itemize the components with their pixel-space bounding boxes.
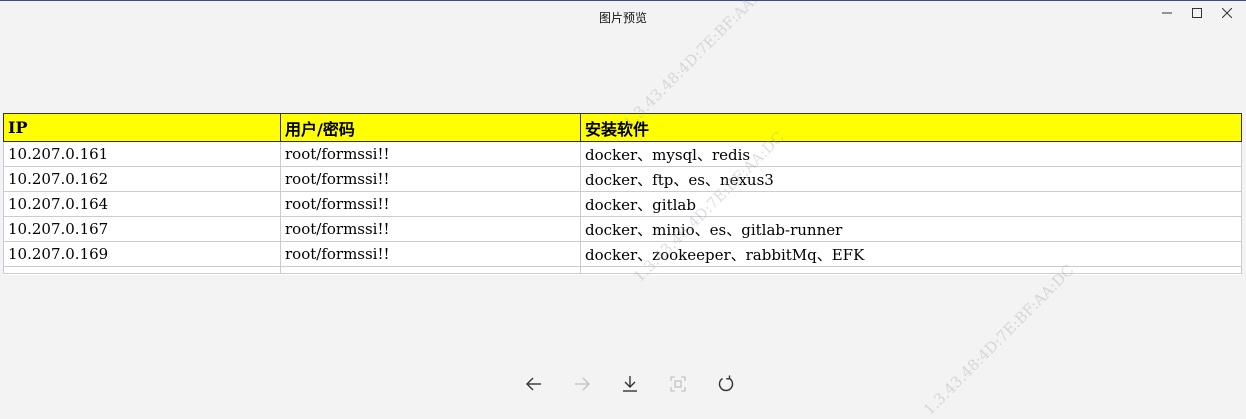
arrow-left-icon bbox=[526, 377, 541, 391]
download-icon bbox=[623, 376, 637, 392]
cell-empty bbox=[280, 266, 581, 274]
table-row: 10.207.0.167 root/formssi!! docker、minio… bbox=[3, 216, 1242, 242]
maximize-button[interactable] bbox=[1186, 4, 1208, 22]
table-header-row: IP 用户/密码 安装软件 bbox=[3, 113, 1242, 142]
cell-credentials: root/formssi!! bbox=[280, 191, 581, 217]
table-row: 10.207.0.169 root/formssi!! docker、zooke… bbox=[3, 241, 1242, 267]
table-row: 10.207.0.161 root/formssi!! docker、mysql… bbox=[3, 141, 1242, 167]
cell-ip: 10.207.0.161 bbox=[3, 141, 281, 167]
watermark-text: 1.3.43.48:4D:7E:BF:AA:DC bbox=[920, 261, 1078, 419]
minimize-icon bbox=[1162, 12, 1172, 14]
close-icon bbox=[1222, 8, 1232, 18]
table-row-empty bbox=[3, 266, 1242, 274]
arrow-right-icon bbox=[575, 377, 590, 391]
header-user-password: 用户/密码 bbox=[280, 113, 581, 142]
fit-screen-button[interactable] bbox=[654, 371, 702, 397]
cell-ip: 10.207.0.167 bbox=[3, 216, 281, 242]
preview-toolbar bbox=[510, 371, 750, 397]
window-title: 图片预览 bbox=[598, 11, 647, 25]
close-button[interactable] bbox=[1216, 4, 1238, 22]
cell-credentials: root/formssi!! bbox=[280, 216, 581, 242]
cell-empty bbox=[3, 266, 281, 274]
cell-software: docker、ftp、es、nexus3 bbox=[580, 166, 1242, 192]
maximize-icon bbox=[1192, 8, 1202, 18]
download-button[interactable] bbox=[606, 371, 654, 397]
cell-credentials: root/formssi!! bbox=[280, 166, 581, 192]
cell-ip: 10.207.0.169 bbox=[3, 241, 281, 267]
cell-ip: 10.207.0.164 bbox=[3, 191, 281, 217]
cell-credentials: root/formssi!! bbox=[280, 141, 581, 167]
cell-software: docker、minio、es、gitlab-runner bbox=[580, 216, 1242, 242]
preview-image[interactable]: IP 用户/密码 安装软件 10.207.0.161 root/formssi!… bbox=[3, 113, 1242, 275]
cell-ip: 10.207.0.162 bbox=[3, 166, 281, 192]
header-software: 安装软件 bbox=[580, 113, 1242, 142]
cell-credentials: root/formssi!! bbox=[280, 241, 581, 267]
minimize-button[interactable] bbox=[1156, 4, 1178, 22]
cell-software: docker、gitlab bbox=[580, 191, 1242, 217]
table-row: 10.207.0.162 root/formssi!! docker、ftp、e… bbox=[3, 166, 1242, 192]
rotate-button[interactable] bbox=[702, 371, 750, 397]
software-table: IP 用户/密码 安装软件 10.207.0.161 root/formssi!… bbox=[3, 113, 1242, 274]
fit-screen-icon bbox=[670, 376, 686, 392]
rotate-icon bbox=[718, 375, 734, 392]
cell-software: docker、mysql、redis bbox=[580, 141, 1242, 167]
cell-software: docker、zookeeper、rabbitMq、EFK bbox=[580, 241, 1242, 267]
table-row: 10.207.0.164 root/formssi!! docker、gitla… bbox=[3, 191, 1242, 217]
next-button[interactable] bbox=[558, 371, 606, 397]
header-ip: IP bbox=[3, 113, 281, 142]
previous-button[interactable] bbox=[510, 371, 558, 397]
image-preview-window: 图片预览 IP 用户/密码 安装软件 10.207.0.161 root/for… bbox=[0, 0, 1246, 419]
cell-empty bbox=[580, 266, 1242, 274]
